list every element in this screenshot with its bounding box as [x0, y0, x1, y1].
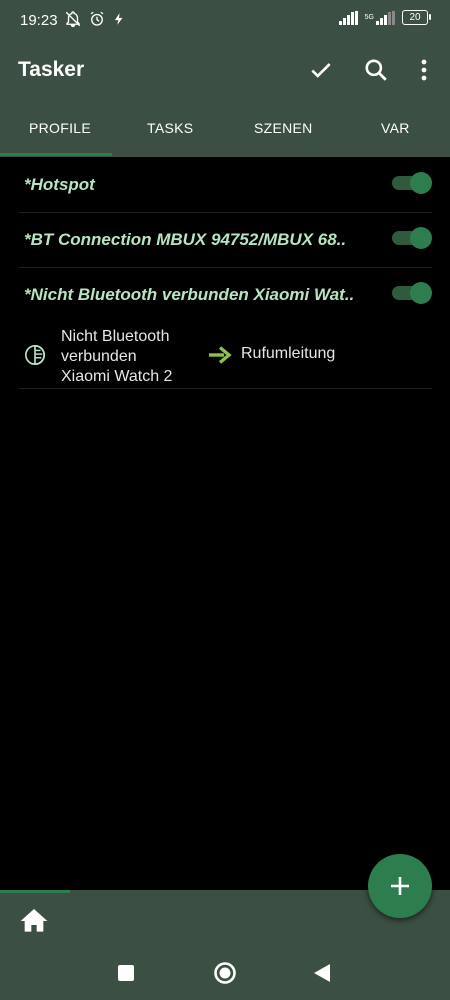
system-nav-bar: [0, 950, 450, 1000]
recents-icon[interactable]: [117, 964, 135, 982]
toggle-knob: [410, 172, 432, 194]
toggle-knob: [410, 282, 432, 304]
signal-icon: [338, 10, 358, 25]
profile-row[interactable]: *Nicht Bluetooth verbunden Xiaomi Wat..: [18, 268, 432, 322]
signal-icon-2: [376, 10, 395, 25]
context-label[interactable]: Nicht Bluetooth verbunden Xiaomi Watch 2: [61, 327, 201, 387]
home-circle-icon[interactable]: [213, 961, 237, 985]
more-vert-icon: [421, 59, 427, 81]
more-options-button[interactable]: [410, 56, 438, 84]
notifications-off-icon: [65, 11, 81, 28]
home-icon[interactable]: [18, 905, 50, 937]
profile-toggle[interactable]: [392, 172, 432, 194]
app-title: Tasker: [18, 58, 85, 81]
profile-row[interactable]: *BT Connection MBUX 94752/MBUX 68..: [18, 213, 432, 268]
profile-name: *Hotspot: [24, 175, 95, 194]
add-button[interactable]: [368, 854, 432, 918]
search-icon: [365, 59, 387, 81]
add-icon: [391, 877, 409, 895]
back-icon[interactable]: [313, 963, 331, 983]
context-line: Xiaomi Watch 2: [61, 368, 173, 385]
tab-tasks[interactable]: TASKS: [147, 120, 193, 136]
arrow-right-icon: [209, 346, 232, 364]
profile-name: *BT Connection MBUX 94752/MBUX 68..: [24, 230, 347, 249]
tab-var[interactable]: VAR: [381, 120, 410, 136]
context-line: Nicht Bluetooth: [61, 328, 170, 345]
status-notification-icons: [64, 10, 126, 28]
toggle-knob: [410, 227, 432, 249]
alarm-icon: [90, 11, 104, 26]
network-type: 5G: [364, 14, 374, 21]
tab-bar: PROFILE TASKS SZENEN VAR: [0, 100, 450, 157]
check-button[interactable]: [307, 56, 335, 84]
status-time: 19:23: [20, 12, 58, 29]
task-label[interactable]: Rufumleitung: [241, 345, 335, 363]
search-button[interactable]: [362, 56, 390, 84]
profile-detail: Nicht Bluetooth verbunden Xiaomi Watch 2…: [18, 322, 432, 389]
tab-indicator: [0, 153, 112, 156]
context-line: verbunden: [61, 348, 137, 365]
tab-szenen[interactable]: SZENEN: [254, 120, 313, 136]
check-icon: [311, 63, 331, 78]
bluetooth-context-icon[interactable]: [24, 344, 46, 366]
status-system-icons: 5G 20: [338, 10, 431, 25]
app-bar: Tasker: [0, 40, 450, 100]
battery-icon: 20: [402, 10, 431, 25]
status-bar: 19:23 5G 20: [0, 0, 450, 40]
profile-toggle[interactable]: [392, 282, 432, 304]
profile-row[interactable]: *Hotspot: [18, 158, 432, 213]
flash-icon: [114, 13, 123, 25]
profile-toggle[interactable]: [392, 227, 432, 249]
tab-profile[interactable]: PROFILE: [29, 120, 91, 136]
bottom-nav-indicator: [0, 890, 70, 893]
profile-name: *Nicht Bluetooth verbunden Xiaomi Wat..: [24, 285, 355, 304]
